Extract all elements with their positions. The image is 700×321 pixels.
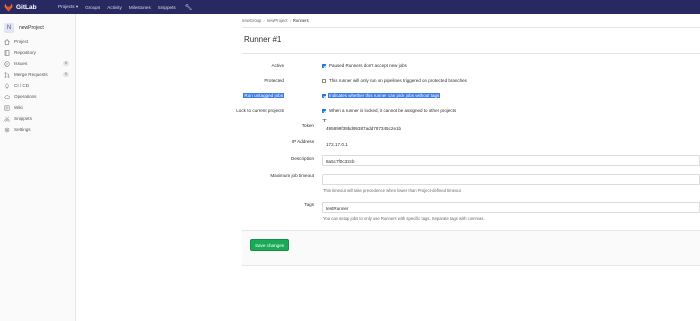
protected-label: Protected — [264, 78, 284, 83]
breadcrumb-current[interactable]: Runners — [293, 18, 309, 23]
active-help-text: Paused Runners don't accept new jobs — [329, 63, 407, 68]
gitlab-tanuki-icon — [4, 2, 13, 12]
max-timeout-label: Maximum job timeout — [270, 173, 314, 178]
ip-address-label: IP Address — [291, 139, 314, 144]
gitlab-logo[interactable]: GitLab — [4, 2, 48, 12]
title-divider — [242, 53, 700, 54]
max-timeout-input[interactable] — [322, 174, 700, 185]
rocket-icon — [4, 82, 10, 89]
ip-address-value: 172.17.0.1 — [322, 138, 700, 149]
sidebar-item-repository[interactable]: Repository — [0, 47, 75, 58]
wiki-icon — [4, 105, 10, 111]
token-label: Token — [301, 123, 314, 128]
breadcrumb-group[interactable]: newGroup — [242, 18, 261, 23]
main-nav: Projects ▾ Groups Activity Milestones Sn… — [58, 4, 192, 11]
run-untagged-help-text-selected: Indicates whether this runner can pick j… — [328, 93, 441, 98]
active-checkbox[interactable] — [322, 64, 326, 68]
sidebar-item-merge-requests[interactable]: Merge Requests 0 — [0, 69, 75, 80]
page-title: Runner #1 — [244, 35, 282, 44]
sidebar-item-label: Project — [14, 39, 29, 44]
wrench-icon[interactable]: 🔧︎ — [185, 4, 193, 11]
sidebar-item-label: Operations — [14, 94, 37, 99]
tags-label: Tags — [304, 202, 314, 207]
sidebar-item-label: CI / CD — [14, 83, 30, 88]
protected-checkbox[interactable] — [322, 79, 326, 83]
breadcrumb-divider — [242, 27, 700, 28]
project-name: newProject — [19, 25, 44, 31]
max-timeout-help: This timeout will take precedence when l… — [323, 188, 461, 193]
sidebar-item-label: Snippets — [14, 116, 32, 121]
merge-requests-count-badge: 0 — [63, 72, 69, 77]
sidebar-project-header[interactable]: N newProject — [0, 14, 75, 36]
run-untagged-label: Run untagged jobs — [184, 93, 284, 98]
nav-projects[interactable]: Projects ▾ — [58, 4, 78, 10]
merge-request-icon — [4, 71, 10, 78]
run-untagged-label-text: Run untagged jobs — [243, 93, 284, 98]
snippet-icon — [4, 116, 10, 122]
top-navbar: GitLab Projects ▾ Groups Activity Milest… — [0, 0, 700, 14]
issues-icon — [4, 60, 10, 67]
nav-groups[interactable]: Groups — [85, 5, 100, 10]
breadcrumb-project[interactable]: newProject — [267, 18, 288, 23]
description-input[interactable]: 8a5c7f0c32cb — [322, 155, 700, 166]
breadcrumb-separator-icon: › — [263, 18, 265, 23]
locked-help-text: When a runner is locked, it cannot be as… — [329, 108, 457, 113]
cloud-gear-icon — [4, 94, 10, 100]
main-content: newGroup › newProject › Runners Runner #… — [77, 14, 700, 321]
sidebar-item-wiki[interactable]: Wiki — [0, 102, 75, 113]
active-label: Active — [271, 63, 284, 68]
nav-milestones[interactable]: Milestones — [129, 5, 151, 10]
project-sidebar: N newProject Project Repository Issues 0… — [0, 14, 76, 321]
sidebar-item-issues[interactable]: Issues 0 — [0, 58, 75, 69]
nav-activity[interactable]: Activity — [107, 5, 122, 10]
gear-icon — [4, 127, 10, 133]
sidebar-item-label: Issues — [14, 61, 28, 66]
sidebar-item-label: Wiki — [14, 105, 23, 110]
sidebar-item-project[interactable]: Project — [0, 36, 75, 47]
sidebar-item-label: Repository — [14, 50, 36, 55]
tags-input[interactable]: testRunner — [322, 202, 700, 213]
run-untagged-checkbox[interactable] — [322, 94, 326, 98]
form-actions: Save changes — [242, 230, 700, 266]
sidebar-item-snippets[interactable]: Snippets — [0, 113, 75, 124]
sidebar-item-label: Settings — [14, 127, 31, 132]
project-avatar: N — [4, 23, 14, 33]
token-value: 495899f39bd95387add787345c2e1b — [322, 122, 700, 133]
breadcrumb: newGroup › newProject › Runners — [242, 18, 309, 23]
home-icon — [4, 38, 10, 45]
locked-label: Lock to current projects — [236, 108, 284, 113]
sidebar-item-label: Merge Requests — [14, 72, 48, 77]
run-untagged-help-text: Indicates whether this runner can pick j… — [328, 93, 441, 98]
sidebar-item-ci-cd[interactable]: CI / CD — [0, 80, 75, 91]
brand-name: GitLab — [16, 3, 37, 11]
sidebar-item-operations[interactable]: Operations — [0, 91, 75, 102]
issues-count-badge: 0 — [63, 61, 69, 66]
sidebar-item-settings[interactable]: Settings — [0, 124, 75, 135]
book-icon — [4, 49, 10, 56]
protected-help-text: This runner will only run on pipelines t… — [329, 78, 467, 83]
nav-snippets[interactable]: Snippets — [158, 5, 176, 10]
description-label: Description — [291, 156, 314, 161]
tags-help: You can setup jobs to only use Runners w… — [323, 216, 485, 221]
breadcrumb-separator-icon: › — [289, 18, 291, 23]
save-changes-button[interactable]: Save changes — [250, 239, 289, 251]
